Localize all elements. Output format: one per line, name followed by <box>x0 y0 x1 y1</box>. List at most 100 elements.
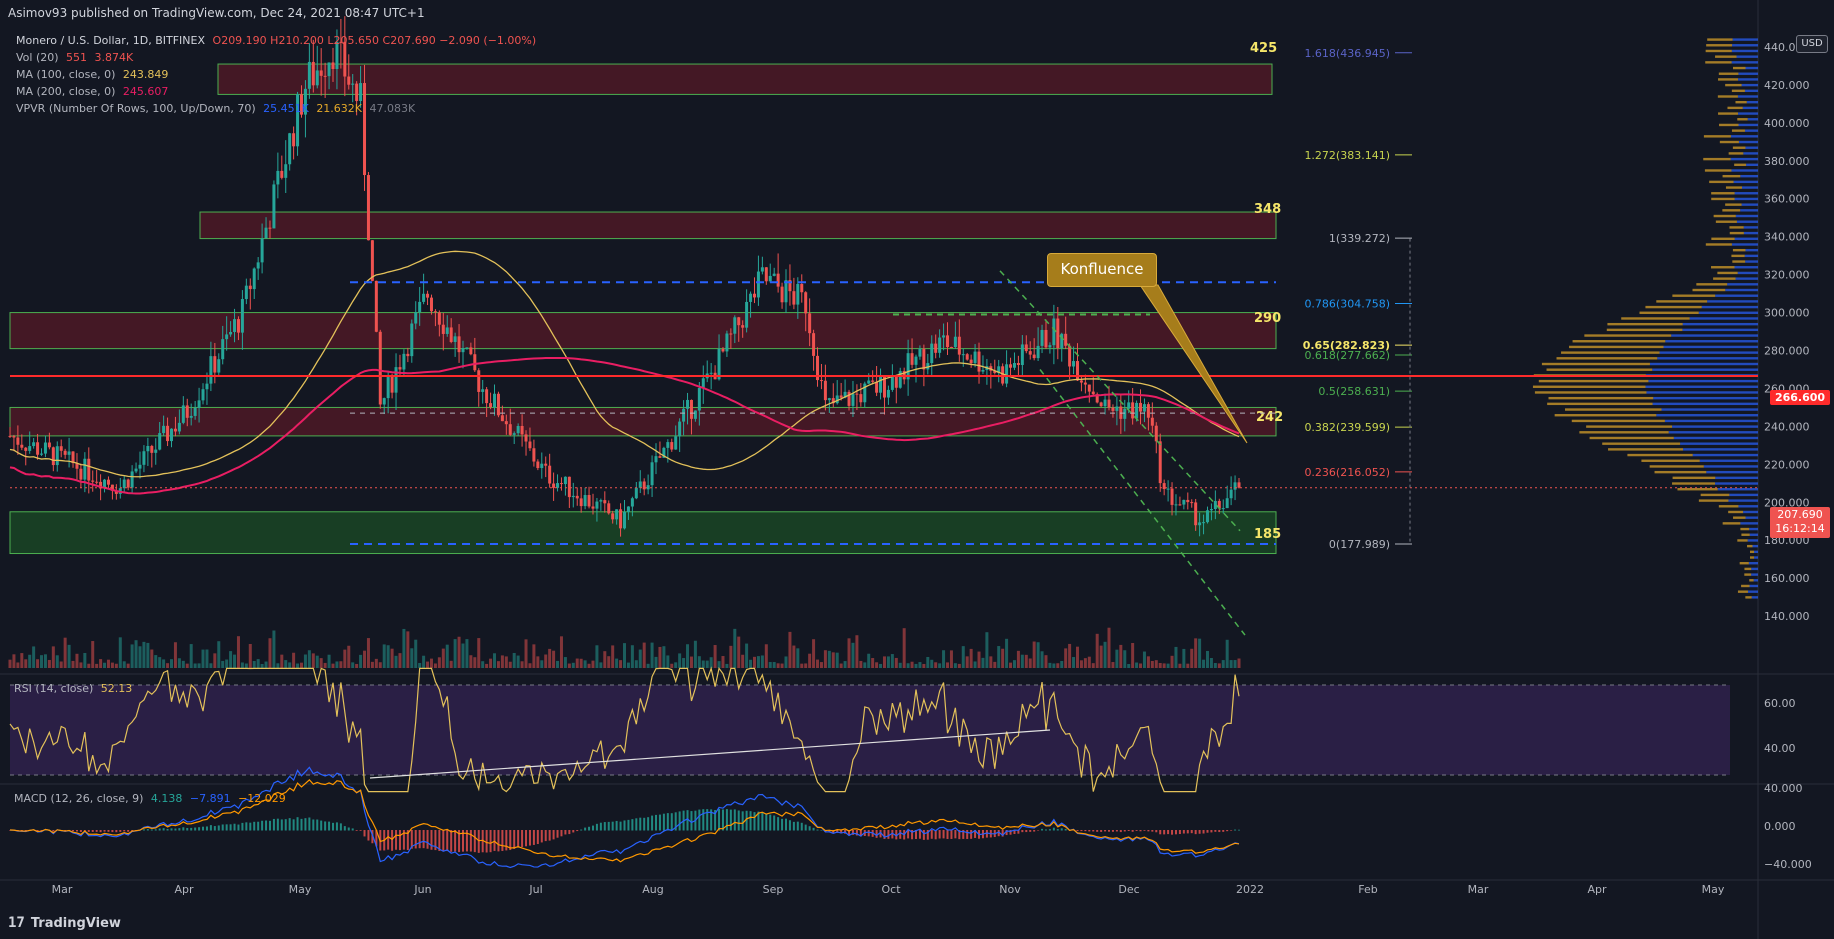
vpvr-bar-down <box>1711 266 1735 269</box>
volume-bar <box>890 654 894 668</box>
vpvr-bar-down <box>1725 83 1742 87</box>
volume-bar <box>217 641 221 668</box>
volume-bar <box>386 645 390 668</box>
macd-histogram-bar <box>308 817 311 831</box>
volume-bar <box>229 651 233 668</box>
macd-histogram-bar <box>316 819 319 831</box>
volume-bar <box>366 638 370 668</box>
vpvr-bar-down <box>1718 505 1739 508</box>
candle-body <box>965 354 969 360</box>
volume-bar <box>1028 658 1032 668</box>
zone-label: 185 <box>1254 527 1281 542</box>
price-zone <box>9 312 1277 350</box>
volume-bar <box>587 663 591 668</box>
candle-body <box>426 293 430 298</box>
macd-histogram-bar <box>115 830 118 833</box>
volume-bar <box>965 656 969 668</box>
currency-button[interactable]: USD <box>1796 35 1828 53</box>
volume-bar <box>792 645 796 668</box>
vpvr-bar-up <box>1740 522 1758 525</box>
volume-bar <box>914 663 918 668</box>
volume-bar <box>185 663 189 668</box>
vpvr-bar-up <box>1648 379 1758 383</box>
candle-body <box>201 389 205 401</box>
vpvr-bar-up <box>1659 351 1758 354</box>
vpvr-bar-down <box>1719 123 1739 127</box>
vpvr-bar-down <box>1677 488 1718 491</box>
macd-histogram-bar <box>363 830 366 837</box>
candle-body <box>957 336 961 355</box>
macd-histogram-bar <box>1060 828 1063 831</box>
vpvr-bar-down <box>1584 334 1672 337</box>
candle-body <box>390 376 394 393</box>
konfluence-annotation[interactable]: Konfluence <box>1047 253 1157 287</box>
vpvr-bar-up <box>1738 72 1758 75</box>
volume-bar <box>16 662 20 668</box>
macd-histogram-bar <box>788 820 791 831</box>
vpvr-bar-down <box>1731 89 1745 93</box>
macd-histogram-bar <box>477 830 480 853</box>
vpvr-bar-up <box>1698 311 1758 314</box>
candle-body <box>1158 441 1162 484</box>
volume-bar <box>1040 651 1044 668</box>
macd-histogram-bar <box>162 828 165 831</box>
vpvr-bar-up <box>1645 385 1758 388</box>
vpvr-bar-up <box>1715 476 1758 480</box>
macd-histogram-bar <box>280 819 283 831</box>
vpvr-bar-down <box>1718 72 1739 75</box>
volume-bar <box>942 650 946 668</box>
volume-bar <box>311 653 315 668</box>
candle-body <box>1229 489 1233 499</box>
volume-bar <box>934 662 938 668</box>
volume-bar <box>847 638 851 668</box>
rsi-label[interactable]: RSI (14, close) <box>14 682 93 695</box>
macd-histogram-bar <box>564 830 567 835</box>
volume-bar <box>299 662 303 668</box>
candle-body <box>808 313 812 334</box>
macd-value-3: −12.029 <box>238 792 286 805</box>
vpvr-bar-down <box>1745 596 1752 599</box>
volume-bar <box>154 655 158 668</box>
macd-histogram-bar <box>1167 830 1170 835</box>
macd-histogram-bar <box>796 821 799 831</box>
candle-body <box>851 393 855 406</box>
candle-body <box>686 399 690 409</box>
vpvr-bar-up <box>1738 112 1758 115</box>
volume-bar <box>158 657 162 668</box>
volume-bar <box>240 662 244 668</box>
candle-body <box>414 312 418 324</box>
candle-body <box>701 378 705 388</box>
ma200-label[interactable]: MA (200, close, 0) <box>16 85 115 98</box>
symbol-title[interactable]: Monero / U.S. Dollar, 1D, BITFINEX <box>16 34 205 47</box>
tradingview-logo[interactable]: 17 TradingView <box>8 915 121 931</box>
ma100-label[interactable]: MA (100, close, 0) <box>16 68 115 81</box>
volume-bar <box>67 644 71 668</box>
volume-bar <box>496 661 500 668</box>
fib-label: 0.236(216.052) <box>1304 466 1390 479</box>
volume-bar <box>256 659 260 668</box>
candle-body <box>1115 406 1119 411</box>
time-axis-label: Mar <box>52 883 73 896</box>
candle-body <box>378 331 382 405</box>
candle-body <box>461 348 465 353</box>
macd-label[interactable]: MACD (12, 26, close, 9) <box>14 792 143 805</box>
vpvr-bar-down <box>1704 169 1732 172</box>
volume-bar <box>1001 648 1005 668</box>
time-axis[interactable]: Mar Apr May Jun Jul Aug Sep Oct Nov Dec 2022 Feb Mar… <box>52 883 1725 896</box>
candle-body <box>1150 417 1154 426</box>
vpvr-bar-up <box>1749 527 1758 531</box>
vol-label[interactable]: Vol (20) <box>16 51 59 64</box>
vpvr-bar-down <box>1564 408 1662 411</box>
vpvr-bar-down <box>1703 135 1731 138</box>
macd-histogram-bar <box>221 824 224 831</box>
time-axis-label: Apr <box>174 883 194 896</box>
vpvr-label[interactable]: VPVR (Number Of Rows, 100, Up/Down, 70) <box>16 102 256 115</box>
vpvr-bar-down <box>1627 453 1693 457</box>
price-zone <box>199 211 1277 240</box>
candle-body <box>8 435 12 437</box>
volume-bar <box>87 663 91 668</box>
volume-bar <box>796 648 800 668</box>
volume-bar <box>1202 659 1206 668</box>
macd-histogram-bar <box>1171 830 1174 835</box>
vpvr-bar-down <box>1608 448 1684 451</box>
